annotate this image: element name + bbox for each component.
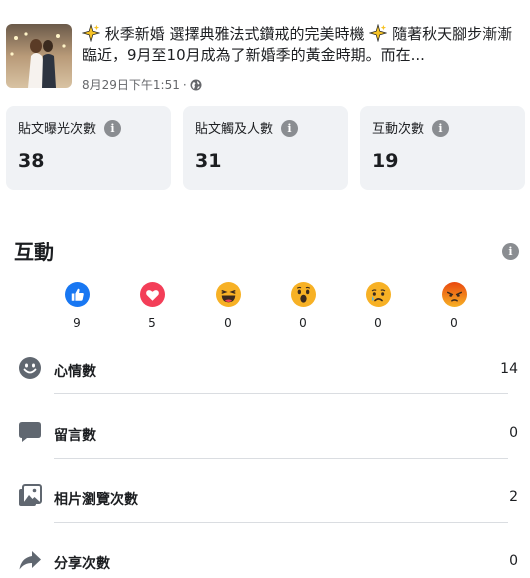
post-meta: 8月29日下午1:51 · [82, 76, 202, 93]
post-thumbnail[interactable] [6, 24, 72, 88]
stat-card-reach: 貼文觸及人數 i 31 [183, 106, 348, 190]
stat-label: 互動次數 [372, 122, 425, 137]
metric-row-comments: 留言數 0 [14, 410, 518, 454]
metric-label: 心情數 [54, 364, 96, 380]
reaction-wow: 0 [283, 282, 323, 330]
smiley-icon [19, 357, 41, 379]
reaction-haha: 0 [208, 282, 248, 330]
reaction-like: 9 [57, 282, 97, 330]
reaction-count: 5 [148, 316, 156, 330]
love-icon [139, 282, 165, 307]
stat-value: 38 [18, 150, 45, 172]
metric-row-shares: 分享次數 0 [14, 538, 518, 578]
wow-icon [290, 282, 316, 307]
reaction-count: 0 [224, 316, 232, 330]
divider [54, 522, 508, 523]
post-timestamp[interactable]: 8月29日下午1:51 [82, 76, 180, 93]
sparkle-icon [369, 24, 388, 42]
photo-icon [19, 484, 42, 506]
info-icon[interactable]: i [502, 243, 519, 260]
metric-label: 分享次數 [54, 556, 110, 572]
like-icon [64, 282, 90, 307]
section-title: 互動 [14, 240, 54, 264]
reaction-count: 0 [299, 316, 307, 330]
metric-row-photo-views: 相片瀏覽次數 2 [14, 474, 518, 518]
comment-icon [19, 422, 41, 442]
reaction-love: 5 [132, 282, 172, 330]
info-icon[interactable]: i [281, 120, 298, 137]
stat-card-impressions: 貼文曝光次數 i 38 [6, 106, 171, 190]
globe-icon [190, 79, 202, 90]
sad-icon [365, 282, 391, 307]
reaction-count: 0 [374, 316, 382, 330]
sparkle-icon [82, 24, 100, 42]
info-icon[interactable]: i [432, 120, 449, 137]
share-icon [19, 551, 41, 570]
reaction-count: 0 [450, 316, 458, 330]
divider [54, 458, 508, 459]
stat-label: 貼文曝光次數 [18, 122, 97, 137]
reaction-count: 9 [73, 316, 81, 330]
stat-card-engagement: 互動次數 i 19 [360, 106, 525, 190]
metric-value: 0 [509, 553, 518, 569]
stat-label: 貼文觸及人數 [195, 122, 274, 137]
reaction-sad: 0 [358, 282, 398, 330]
metric-value: 2 [509, 489, 518, 505]
metric-value: 0 [509, 425, 518, 441]
reaction-angry: 0 [434, 282, 474, 330]
divider [54, 393, 508, 394]
metric-value: 14 [500, 361, 518, 377]
stat-value: 31 [195, 150, 222, 172]
meta-separator: · [182, 77, 187, 92]
post-text[interactable]: 秋季新婚 選擇典雅法式鑽戒的完美時機 隨著秋天腳步漸漸臨近，9月至10月成為了新… [82, 24, 522, 66]
angry-icon [441, 282, 467, 307]
stat-value: 19 [372, 150, 399, 172]
haha-icon [215, 282, 241, 307]
post-text-prefix: 秋季新婚 選擇典雅法式鑽戒的完美時機 [104, 25, 365, 43]
info-icon[interactable]: i [104, 120, 121, 137]
metric-label: 留言數 [54, 428, 96, 444]
metric-label: 相片瀏覽次數 [54, 492, 138, 508]
metric-row-reactions: 心情數 14 [14, 346, 518, 390]
